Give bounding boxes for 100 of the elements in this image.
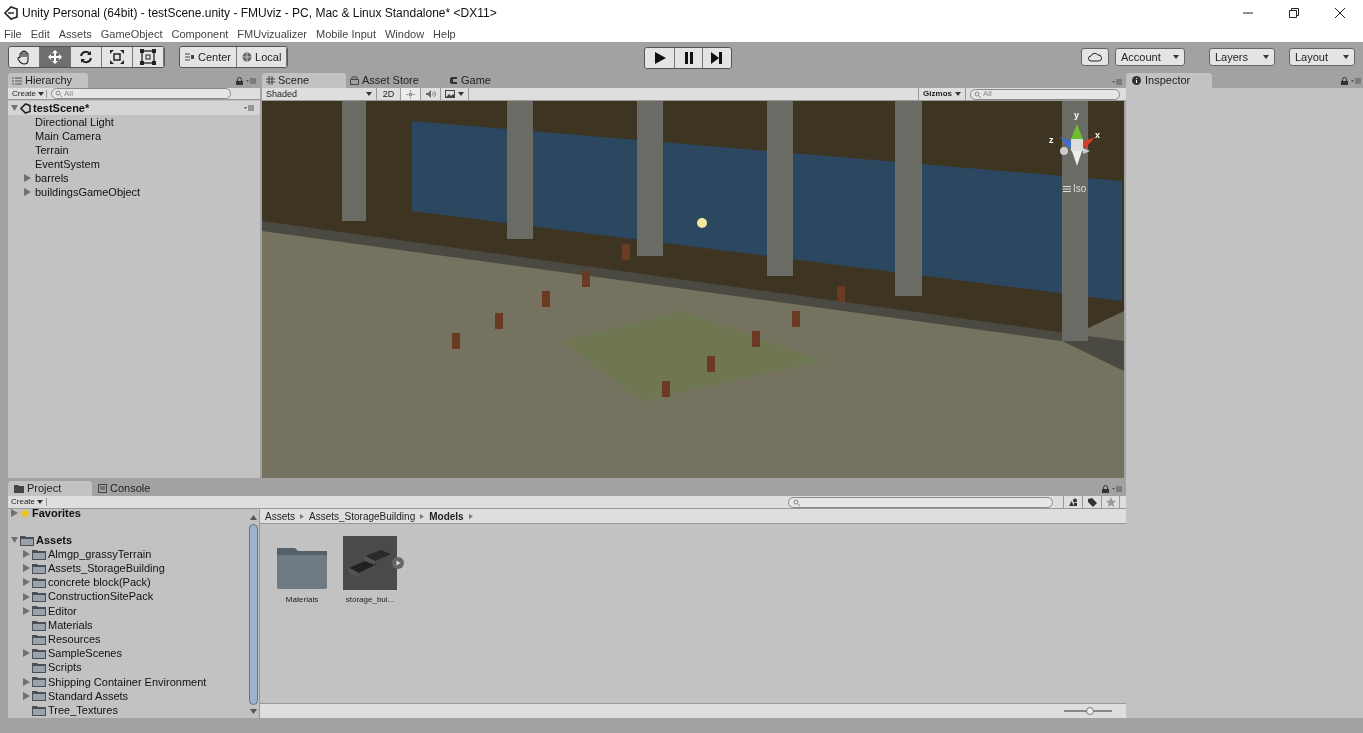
scene-row[interactable]: testScene* (8, 101, 260, 115)
star-icon (20, 509, 30, 518)
globe-icon (242, 52, 253, 62)
menu-item[interactable]: Help (433, 25, 456, 43)
asset-name[interactable]: storage_bui... (345, 594, 395, 606)
folder-icon (32, 562, 46, 574)
cloud-icon (1088, 52, 1102, 62)
folder-icon (32, 619, 46, 631)
lock-icon[interactable] (236, 77, 243, 85)
panel-tab[interactable]: Project (8, 481, 92, 496)
folder-icon (32, 676, 46, 688)
tree-item[interactable]: SampleScenes (48, 645, 122, 662)
window-title: Unity Personal (64bit) - testScene.unity - FMUviz - PC, Mac & Linux Standalone* <DX11> (22, 5, 497, 22)
play-button[interactable] (645, 48, 675, 68)
gizmos-dropdown[interactable]: Gizmos (918, 88, 966, 100)
list-icon (12, 76, 22, 85)
play-icon (653, 52, 666, 64)
move-arrows-icon (47, 49, 63, 65)
menu-item[interactable]: FMUvizualizer (237, 25, 308, 43)
breadcrumb-item[interactable]: Models (429, 508, 464, 524)
pause-button[interactable] (675, 48, 703, 68)
pause-icon (683, 52, 694, 64)
tree-item[interactable]: Assets_StorageBuilding (48, 560, 165, 577)
menu-item[interactable]: GameObject (100, 25, 163, 43)
search-icon (974, 90, 982, 98)
breadcrumb-arrow-icon (468, 513, 473, 519)
unity-logo-icon (4, 6, 18, 20)
lines-icon (1063, 186, 1071, 192)
pivot-button[interactable]: Local (237, 47, 288, 67)
image-icon (445, 90, 455, 98)
collapse-arrow-icon[interactable] (11, 105, 18, 111)
folder-icon (32, 690, 46, 702)
caret-icon (37, 500, 43, 504)
lock-icon[interactable] (1341, 77, 1348, 85)
menu-item[interactable]: Window (384, 25, 425, 43)
tool-button[interactable] (71, 47, 102, 67)
shading-dropdown[interactable]: Shaded (262, 88, 377, 100)
unity-logo-icon (20, 102, 31, 114)
menu-item[interactable]: Assets (58, 25, 92, 43)
axis-label: z (1049, 136, 1054, 145)
search-icon (55, 90, 63, 97)
tool-button[interactable] (133, 47, 164, 67)
breadcrumb-arrow-icon (420, 513, 425, 519)
lighting-button[interactable] (401, 88, 421, 100)
pivot-button[interactable]: Center (180, 47, 238, 67)
slider-thumb[interactable] (1086, 707, 1095, 715)
console-icon (98, 484, 107, 493)
hand-icon (16, 49, 32, 65)
info-icon (1132, 76, 1141, 85)
expand-arrow-icon[interactable] (23, 649, 30, 658)
create-dropdown[interactable]: Create (10, 89, 47, 98)
asset-name[interactable]: Materials (285, 594, 319, 606)
axis-label: x (1095, 131, 1100, 140)
inspector-tab[interactable]: Inspector (1126, 73, 1212, 88)
zoom-slider[interactable] (1064, 707, 1112, 715)
dropdown-button[interactable]: Layers (1209, 48, 1275, 66)
create-dropdown[interactable]: Create (8, 498, 47, 506)
menu-item[interactable]: Component (171, 25, 229, 43)
tree-item[interactable]: Scripts (48, 659, 82, 676)
breadcrumb-item[interactable]: Assets_StorageBuilding (309, 508, 416, 524)
play-preview-icon[interactable] (392, 557, 404, 569)
dropdown-button[interactable]: Account (1115, 48, 1185, 66)
dropdown-button[interactable]: Layout (1289, 48, 1355, 66)
panel-menu-icon[interactable] (244, 105, 254, 111)
lock-icon[interactable] (1102, 485, 1109, 493)
breadcrumb-arrow-icon (300, 513, 304, 519)
search-field[interactable] (788, 496, 1053, 508)
cloud-button[interactable] (1081, 48, 1109, 66)
panel-menu-icon[interactable] (1112, 79, 1122, 85)
tree-item[interactable]: ConstructionSitePack (48, 588, 154, 605)
step-forward-icon (711, 52, 723, 64)
folder-icon (32, 704, 46, 716)
scrollbar-thumb[interactable] (249, 524, 258, 705)
tree-item[interactable]: concrete block(Pack) (48, 574, 151, 591)
step-button[interactable] (703, 48, 731, 68)
breadcrumb-item[interactable]: Assets (265, 508, 295, 524)
tool-button[interactable] (9, 47, 40, 67)
folder-icon (14, 484, 24, 493)
folder-icon (32, 633, 46, 645)
caret-icon (38, 91, 44, 96)
rotate-icon (78, 49, 94, 65)
scale-icon (109, 49, 125, 65)
folder-icon (32, 576, 46, 588)
close-icon (1335, 8, 1345, 18)
projection-label[interactable]: Iso (1063, 184, 1087, 194)
hierarchy-tab[interactable]: Hierarchy (8, 73, 88, 88)
caret-icon (1343, 55, 1349, 59)
folder-icon (32, 591, 46, 603)
speaker-icon (425, 90, 436, 98)
tool-button[interactable] (102, 47, 133, 67)
scroll-down-icon[interactable] (250, 709, 257, 714)
view-tab[interactable]: Scene (262, 73, 346, 88)
menu-item[interactable]: Mobile Input (316, 25, 376, 43)
scroll-up-icon[interactable] (250, 515, 257, 520)
collapse-arrow-icon[interactable] (11, 537, 18, 543)
tree-item[interactable]: Favorites (32, 509, 81, 522)
menu-item[interactable]: Edit (30, 25, 50, 43)
folder-icon (32, 647, 46, 659)
menu-item[interactable]: File (4, 25, 22, 43)
expand-arrow-icon[interactable] (11, 509, 18, 517)
